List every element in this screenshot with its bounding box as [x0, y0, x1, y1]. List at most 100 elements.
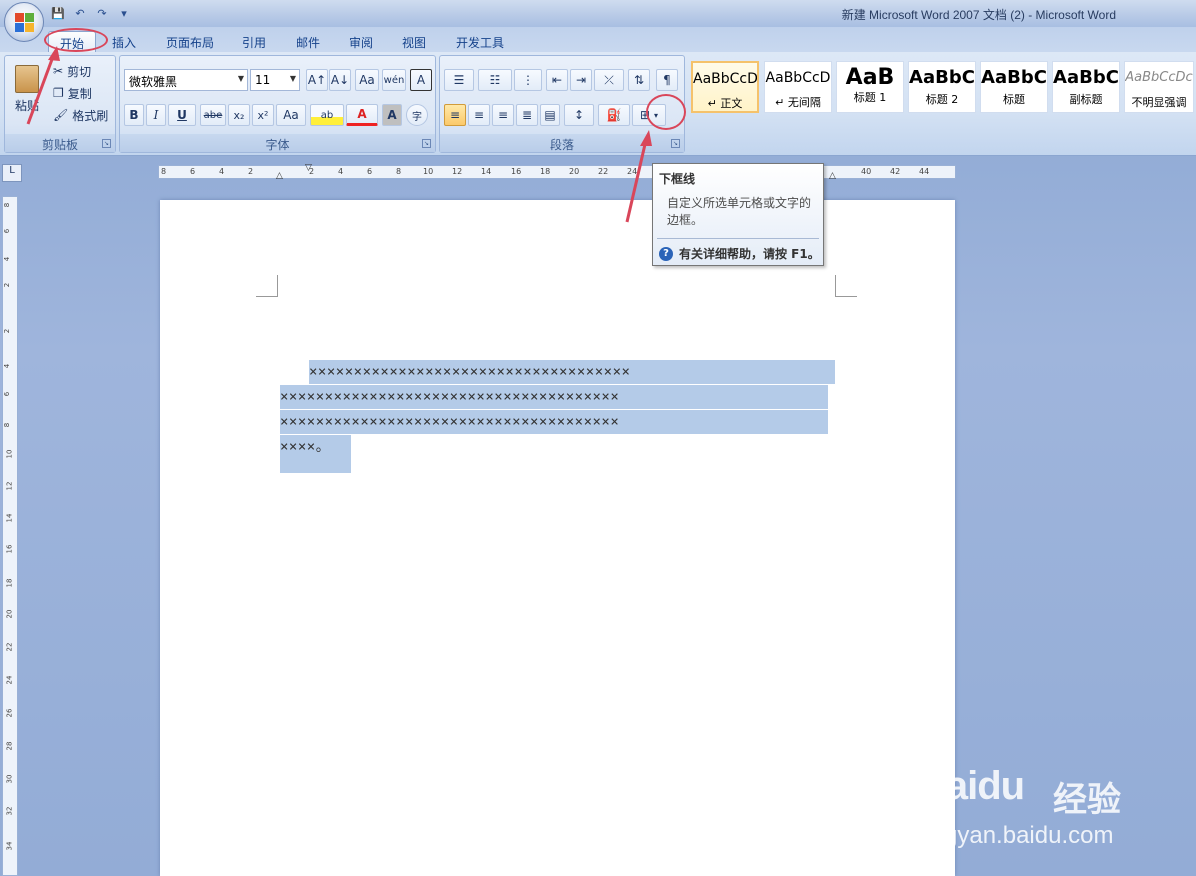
- ruler-tick: 16: [5, 544, 14, 554]
- selected-text-line[interactable]: ××××××××××××××××××××××××××××××××××××××: [280, 385, 828, 409]
- style-normal[interactable]: AaBbCcD ↵ 正文: [691, 61, 759, 113]
- shading-button[interactable]: ⛽: [598, 104, 630, 126]
- cut-label: 剪切: [67, 64, 92, 79]
- multilevel-list-button[interactable]: ⋮: [514, 69, 542, 91]
- font-family-select[interactable]: 微软雅黑 ▼: [124, 69, 248, 91]
- superscript-button[interactable]: x²: [252, 104, 274, 126]
- italic-button[interactable]: I: [146, 104, 166, 126]
- paste-button[interactable]: 粘贴: [9, 60, 45, 118]
- selected-text-line[interactable]: ××××。: [280, 435, 351, 473]
- change-case-button[interactable]: Aa: [276, 104, 306, 126]
- increase-indent-icon: ⇥: [575, 73, 587, 87]
- window-title: 新建 Microsoft Word 2007 文档 (2) - Microsof…: [841, 8, 1116, 22]
- ruler-tick: 24: [5, 675, 14, 685]
- style-sample: AaB: [845, 65, 895, 89]
- ruler-tick: 14: [5, 513, 14, 523]
- customize-qat-icon[interactable]: ▾: [116, 6, 132, 22]
- numbering-button[interactable]: ☷: [478, 69, 512, 91]
- tab-references[interactable]: 引用: [234, 31, 274, 52]
- ruler-tick: 20: [569, 167, 580, 176]
- first-line-indent-marker[interactable]: ▽: [305, 163, 312, 173]
- copy-button[interactable]: ❐ 复制: [53, 82, 113, 104]
- justify-button[interactable]: ≣: [516, 104, 538, 126]
- align-left-button[interactable]: ≡: [444, 104, 466, 126]
- ruler-tick: 16: [511, 167, 522, 176]
- ruler-tick: 2: [3, 328, 12, 334]
- phonetic-guide-button[interactable]: wén: [382, 69, 406, 91]
- underline-button[interactable]: U: [168, 104, 196, 126]
- ruler-tick: 44: [919, 167, 930, 176]
- style-subtitle[interactable]: AaBbC 副标题: [1052, 61, 1120, 113]
- ruler-tick: 10: [423, 167, 434, 176]
- ruler-tick: 4: [219, 167, 225, 176]
- document-page[interactable]: ×××××××××××××××××××××××××××××××××××× ×××…: [160, 200, 955, 876]
- align-center-icon: ≡: [473, 108, 485, 122]
- sort-button[interactable]: ⇅: [628, 69, 650, 91]
- border-dropdown-highlight-circle: [646, 94, 686, 130]
- save-icon[interactable]: 💾: [50, 6, 66, 22]
- character-shading-button[interactable]: A: [382, 104, 402, 126]
- style-no-spacing[interactable]: AaBbCcD ↵ 无间隔: [764, 61, 832, 113]
- bold-button[interactable]: B: [124, 104, 144, 126]
- ruler-tick: 34: [5, 841, 14, 851]
- align-center-button[interactable]: ≡: [468, 104, 490, 126]
- paragraph-group-label: 段落: [440, 134, 684, 152]
- bullets-icon: ☰: [453, 73, 465, 87]
- clipboard-launcher-icon[interactable]: ↘: [102, 139, 111, 148]
- align-right-button[interactable]: ≡: [492, 104, 514, 126]
- enclose-characters-button[interactable]: 字: [406, 104, 428, 126]
- style-name: ↵ 无间隔: [775, 96, 821, 109]
- strikethrough-button[interactable]: abe: [200, 104, 226, 126]
- font-group-label: 字体: [120, 134, 435, 152]
- style-subtle-emphasis[interactable]: AaBbCcDc 不明显强调: [1124, 61, 1194, 113]
- redo-icon[interactable]: ↷: [94, 6, 110, 22]
- increase-indent-button[interactable]: ⇥: [570, 69, 592, 91]
- grow-font-button[interactable]: A↑: [306, 69, 328, 91]
- left-indent-marker[interactable]: △: [276, 171, 283, 181]
- baidu-jingyan-watermark: Baidu 经验 jingyan.baidu.com: [918, 746, 1148, 856]
- tab-insert[interactable]: 插入: [104, 31, 144, 52]
- chinese-layout-button[interactable]: ⤫: [594, 69, 624, 91]
- show-marks-button[interactable]: ¶: [656, 69, 678, 91]
- decrease-indent-button[interactable]: ⇤: [546, 69, 568, 91]
- tab-selector[interactable]: L: [2, 164, 22, 182]
- tab-view[interactable]: 视图: [394, 31, 434, 52]
- line-spacing-button[interactable]: ↕: [564, 104, 594, 126]
- shrink-font-button[interactable]: A↓: [329, 69, 351, 91]
- style-name: 标题 1: [853, 91, 887, 104]
- sort-icon: ⇅: [633, 73, 645, 87]
- paragraph-launcher-icon[interactable]: ↘: [671, 139, 680, 148]
- selected-text-line[interactable]: ××××××××××××××××××××××××××××××××××××××: [280, 410, 828, 434]
- cut-button[interactable]: ✂ 剪切: [53, 60, 113, 82]
- subscript-button[interactable]: x₂: [228, 104, 250, 126]
- bullets-button[interactable]: ☰: [444, 69, 474, 91]
- character-border-button[interactable]: A: [410, 69, 432, 91]
- tab-page-layout[interactable]: 页面布局: [158, 31, 222, 52]
- tab-developer[interactable]: 开发工具: [448, 31, 512, 52]
- undo-icon[interactable]: ↶: [72, 6, 88, 22]
- style-heading-1[interactable]: AaB 标题 1: [836, 61, 904, 113]
- horizontal-ruler[interactable]: 8 6 4 2 2 4 6 8 10 12 14 16 18 20 22 24 …: [158, 163, 956, 181]
- paste-label: 粘贴: [14, 98, 39, 113]
- format-painter-button[interactable]: 🖌 格式刷: [53, 104, 115, 126]
- scissors-icon: ✂: [53, 64, 64, 78]
- highlight-button[interactable]: ab: [310, 104, 344, 126]
- selected-text-line[interactable]: ××××××××××××××××××××××××××××××××××××: [309, 360, 835, 384]
- ribbon: 粘贴 ✂ 剪切 ❐ 复制 🖌 格式刷 剪贴板 ↘ 微软雅黑 ▼ 11 ▼ A↑ A↓ Aa…: [0, 52, 1196, 156]
- office-button[interactable]: [4, 2, 44, 42]
- clear-format-button[interactable]: Aa: [355, 69, 379, 91]
- style-title[interactable]: AaBbC 标题: [980, 61, 1048, 113]
- tab-review[interactable]: 审阅: [341, 31, 381, 52]
- font-size-select[interactable]: 11 ▼: [250, 69, 300, 91]
- borders-tooltip: 下框线 自定义所选单元格或文字的边框。 ? 有关详细帮助，请按 F1。: [652, 163, 824, 266]
- font-launcher-icon[interactable]: ↘: [422, 139, 431, 148]
- tab-mailings[interactable]: 邮件: [288, 31, 328, 52]
- right-indent-marker[interactable]: △: [829, 171, 836, 181]
- ruler-tick: 4: [3, 256, 12, 262]
- font-color-button[interactable]: A: [346, 104, 378, 126]
- style-name: 不明显强调: [1131, 96, 1187, 109]
- paste-icon: [15, 64, 39, 93]
- distributed-button[interactable]: ▤: [540, 104, 560, 126]
- style-heading-2[interactable]: AaBbC 标题 2: [908, 61, 976, 113]
- vertical-ruler[interactable]: 8 6 4 2 2 4 6 8 10 12 14 16 18 20 22 24 …: [2, 196, 18, 876]
